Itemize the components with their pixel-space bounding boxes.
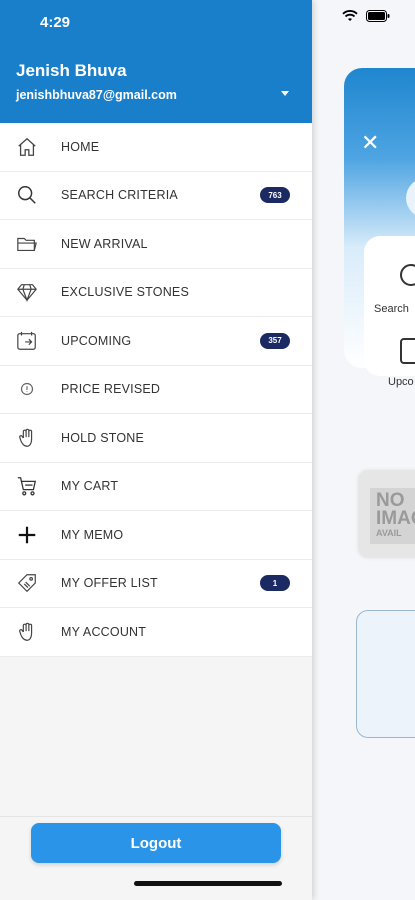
- drawer-menu: HOME SEARCH CRITERIA 763 NEW ARRIVAL EXC…: [0, 123, 312, 657]
- search-icon[interactable]: [400, 264, 415, 286]
- chevron-down-icon[interactable]: [278, 86, 292, 100]
- wifi-icon: [342, 10, 358, 21]
- close-icon[interactable]: ✕: [361, 132, 379, 154]
- no-image-placeholder: NO IMAG AVAIL: [358, 470, 415, 558]
- calendar-arrow-icon: [16, 330, 38, 352]
- menu-item-label: NEW ARRIVAL: [61, 236, 148, 251]
- cart-icon: [16, 475, 38, 497]
- count-badge: 357: [260, 332, 290, 349]
- status-time: 4:29: [40, 14, 71, 31]
- navigation-drawer: 4:29 Jenish Bhuva jenishbhuva87@gmail.co…: [0, 0, 312, 900]
- folder-icon: [16, 233, 38, 255]
- home-icon: [16, 136, 38, 158]
- drawer-footer: Logout: [0, 816, 312, 900]
- background-upcoming-label: Upco: [388, 376, 414, 388]
- tag-icon: [16, 572, 38, 594]
- background-status-icons: [342, 10, 390, 22]
- menu-item-exclusive-stones[interactable]: EXCLUSIVE STONES: [0, 268, 312, 317]
- count-badge: 1: [260, 575, 290, 592]
- battery-icon: [366, 10, 390, 22]
- menu-item-label: MY CART: [61, 479, 119, 494]
- background-panel: [356, 610, 415, 738]
- no-image-text: IMAG: [376, 508, 415, 529]
- menu-item-new-arrival[interactable]: NEW ARRIVAL: [0, 220, 312, 269]
- menu-item-label: MY ACCOUNT: [61, 624, 147, 639]
- plus-icon: [16, 524, 38, 546]
- price-icon: [16, 378, 38, 400]
- menu-item-label: EXCLUSIVE STONES: [61, 285, 190, 300]
- menu-item-my-cart[interactable]: MY CART: [0, 462, 312, 511]
- search-icon: [16, 184, 38, 206]
- menu-item-label: HOME: [61, 139, 100, 154]
- menu-item-price-revised[interactable]: PRICE REVISED: [0, 365, 312, 414]
- user-email: jenishbhuva87@gmail.com: [16, 88, 177, 102]
- user-name: Jenish Bhuva: [16, 61, 127, 80]
- calendar-icon[interactable]: [400, 338, 415, 364]
- logout-button[interactable]: Logout: [31, 823, 281, 863]
- menu-item-my-memo[interactable]: MY MEMO: [0, 511, 312, 560]
- menu-item-label: MY OFFER LIST: [61, 576, 158, 591]
- menu-item-home[interactable]: HOME: [0, 123, 312, 172]
- menu-item-label: UPCOMING: [61, 333, 132, 348]
- hand-icon: [16, 427, 38, 449]
- menu-item-upcoming[interactable]: UPCOMING 357: [0, 317, 312, 366]
- menu-item-label: MY MEMO: [61, 527, 124, 542]
- menu-item-hold-stone[interactable]: HOLD STONE: [0, 414, 312, 463]
- menu-item-search-criteria[interactable]: SEARCH CRITERIA 763: [0, 171, 312, 220]
- background-search-label: Search: [374, 303, 409, 315]
- home-indicator: [134, 881, 282, 886]
- count-badge: 763: [260, 187, 290, 204]
- hand-icon: [16, 621, 38, 643]
- menu-item-label: SEARCH CRITERIA: [61, 188, 178, 203]
- diamond-icon: [16, 281, 38, 303]
- menu-item-my-account[interactable]: MY ACCOUNT: [0, 608, 312, 657]
- no-image-text: AVAIL: [376, 528, 402, 538]
- menu-item-label: HOLD STONE: [61, 430, 145, 445]
- menu-item-my-offer-list[interactable]: MY OFFER LIST 1: [0, 559, 312, 608]
- drawer-header: 4:29 Jenish Bhuva jenishbhuva87@gmail.co…: [0, 0, 312, 123]
- background-app-screen: ✕ Search Upco NO IMAG AVAIL: [312, 0, 415, 900]
- menu-item-label: PRICE REVISED: [61, 382, 161, 397]
